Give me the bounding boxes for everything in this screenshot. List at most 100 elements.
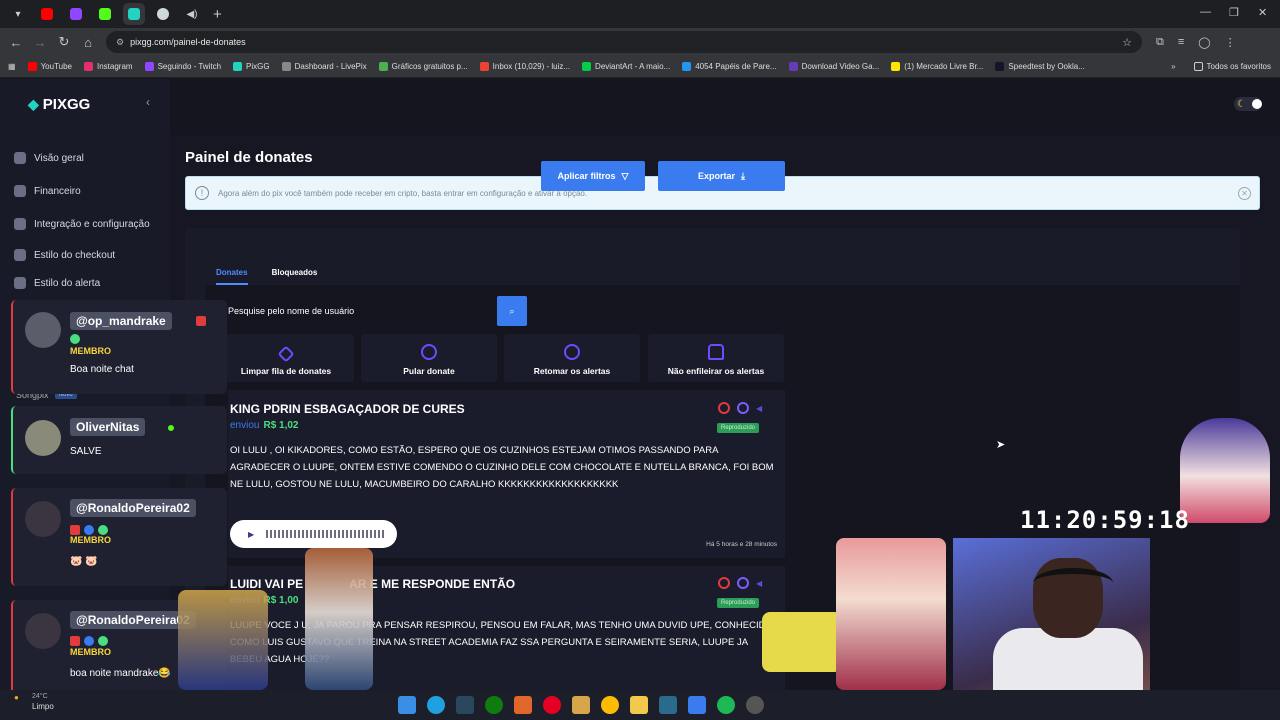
kick-icon (166, 423, 176, 433)
chat-message: @RonaldoPereira02 MEMBRO 🐷 🐷 (11, 488, 227, 586)
tab-donates[interactable]: Donates (216, 262, 248, 285)
vegeta-sprite (178, 590, 268, 690)
weather-widget[interactable]: ● 24°C Limpo (14, 693, 54, 711)
skip-donate-button[interactable]: Pular donate (361, 334, 497, 382)
chat-message: OliverNitas SALVE (11, 406, 227, 474)
donate-card: KING PDRIN ESBAGAÇADOR DE CURES enviou R$… (228, 390, 785, 558)
clear-queue-button[interactable]: Limpar fila de donates (218, 334, 354, 382)
monika-sprite (305, 548, 373, 690)
folder-icon[interactable] (630, 696, 648, 714)
notepad-icon[interactable] (688, 696, 706, 714)
avatar (25, 312, 61, 348)
block-icon[interactable] (718, 402, 730, 414)
action-label: Não enfileirar os alertas (667, 366, 765, 376)
mute-icon[interactable]: ◀ (756, 579, 762, 588)
status-badge: Reproduzido (717, 598, 760, 608)
replay-icon[interactable] (737, 402, 749, 414)
avatar (25, 501, 61, 537)
search-input[interactable]: Pesquise pelo nome de usuário (228, 296, 496, 326)
avatar (25, 420, 61, 456)
block-icon[interactable] (718, 577, 730, 589)
eraser-icon (277, 345, 295, 363)
windows-taskbar (0, 690, 1280, 720)
chat-text: SALVE (70, 446, 102, 457)
mouse-cursor-icon: ➤ (996, 439, 1006, 451)
search-button[interactable]: ⌕ (497, 296, 527, 326)
member-badge: MEMBRO (70, 647, 111, 657)
donor-name: KING PDRIN ESBAGAÇADOR DE CURES (230, 402, 465, 416)
xbox-icon[interactable] (485, 696, 503, 714)
donate-sent: enviou R$ 1,02 (230, 420, 299, 431)
replay-icon[interactable] (737, 577, 749, 589)
skip-icon (421, 344, 437, 360)
obs-icon[interactable] (746, 696, 764, 714)
filter-icon: ▽ (621, 170, 629, 181)
vlc-icon[interactable] (514, 696, 532, 714)
chat-username: @RonaldoPereira02 (70, 611, 196, 629)
chat-text: 🐷 🐷 (70, 556, 98, 567)
chat-message: @op_mandrake MEMBRO Boa noite chat (11, 300, 227, 394)
chat-username: @op_mandrake (70, 312, 172, 330)
chat-text: Boa noite chat (70, 364, 134, 375)
play-icon (564, 344, 580, 360)
member-icon (98, 525, 108, 535)
mute-icon[interactable]: ◀ (756, 404, 762, 413)
export-label: Exportar (698, 171, 736, 181)
member-badge: MEMBRO (70, 535, 111, 545)
panel-tab-list: Donates Bloqueados (216, 262, 341, 285)
sun-icon: ● (14, 693, 19, 702)
chat-text: boa noite mandrake😂 (70, 668, 171, 679)
badge-icon (84, 525, 94, 535)
play-audio-icon[interactable]: ▶ (248, 530, 254, 539)
donate-amount: R$ 1,02 (263, 420, 299, 431)
donate-time: Há 5 horas e 28 minutos (706, 541, 777, 548)
tab-bloqueados[interactable]: Bloqueados (272, 262, 318, 285)
apply-filters-button[interactable]: Aplicar filtros ▽ (541, 161, 645, 191)
search-icon: ⌕ (509, 305, 515, 316)
weather-temp: 24°C (32, 693, 48, 700)
download-icon: ⤓ (741, 170, 745, 181)
chat-username: OliverNitas (70, 418, 146, 436)
spotify-icon[interactable] (717, 696, 735, 714)
status-badge: Reproduzido (717, 423, 760, 433)
donate-message: OI LULU , OI KIKADORES, COMO ESTÃO, ESPE… (230, 445, 774, 490)
chrome-icon[interactable] (601, 696, 619, 714)
badge-icon (84, 636, 94, 646)
spongebob-sprite (762, 612, 842, 672)
resume-alerts-button[interactable]: Retomar os alertas (504, 334, 640, 382)
waveform (266, 530, 385, 538)
action-label: Limpar fila de donates (240, 366, 332, 376)
start-icon[interactable] (398, 696, 416, 714)
headphones-icon (1033, 568, 1113, 598)
search-placeholder: Pesquise pelo nome de usuário (228, 306, 355, 316)
pinterest-icon[interactable] (543, 696, 561, 714)
donate-actions: ◀ (718, 402, 762, 414)
action-label: Retomar os alertas (533, 366, 611, 376)
donor-name-end: AR E ME RESPONDE ENTÃO (349, 577, 516, 591)
panel-layer: Donates Bloqueados Pesquise pelo nome de… (0, 0, 1280, 720)
bell-off-icon (708, 344, 724, 360)
weather-condition: Limpo (32, 702, 54, 711)
donate-actions: ◀ (718, 577, 762, 589)
member-icon (70, 334, 80, 344)
stream-clock: 11:20:59:18 (1020, 506, 1190, 534)
chat-username: @RonaldoPereira02 (70, 499, 196, 517)
audio-player[interactable]: ▶ (230, 520, 397, 548)
action-label: Pular donate (403, 366, 455, 376)
member-badge: MEMBRO (70, 346, 111, 356)
sent-label: enviou (230, 420, 260, 431)
anime-girl-sprite (836, 538, 946, 690)
terminal-icon[interactable] (659, 696, 677, 714)
donate-amount: R$ 1,00 (263, 595, 299, 606)
donor-name-start: LUIDI VAI PE (230, 577, 304, 591)
apply-filters-label: Aplicar filtros (557, 171, 616, 181)
steam-icon[interactable] (456, 696, 474, 714)
youtube-icon (70, 636, 80, 646)
no-queue-alerts-button[interactable]: Não enfileirar os alertas (648, 334, 784, 382)
chibi-avatar (1180, 418, 1270, 523)
youtube-icon (196, 316, 206, 326)
bridge-icon[interactable] (572, 696, 590, 714)
export-button[interactable]: Exportar ⤓ (658, 161, 785, 191)
member-icon (98, 636, 108, 646)
edge-icon[interactable] (427, 696, 445, 714)
